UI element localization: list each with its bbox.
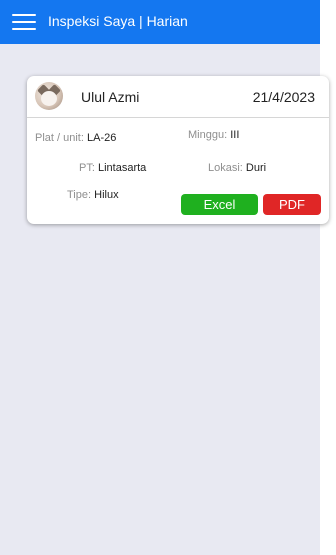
card-header: Ulul Azmi 21/4/2023: [27, 76, 329, 118]
field-minggu-value: III: [230, 129, 240, 141]
top-app-bar: Inspeksi Saya | Harian: [0, 0, 320, 44]
inspection-date: 21/4/2023: [252, 89, 315, 105]
field-lokasi-label: Lokasi: [208, 162, 240, 174]
field-plat-label: Plat / unit: [35, 132, 81, 144]
field-pt-label: PT: [79, 162, 92, 174]
field-minggu: Minggu: III: [188, 129, 240, 141]
export-pdf-button[interactable]: PDF: [263, 194, 321, 215]
field-pt-value: Lintasarta: [97, 162, 147, 174]
field-tipe: Tipe: Hilux: [67, 189, 119, 201]
field-tipe-value: Hilux: [94, 189, 119, 201]
field-plat-value: LA-26: [86, 132, 117, 144]
avatar: [35, 82, 63, 110]
export-excel-button[interactable]: Excel: [181, 194, 258, 215]
field-pt: PT: Lintasarta: [79, 162, 147, 174]
field-lokasi-value: Duri: [245, 162, 267, 174]
field-tipe-label: Tipe: [67, 189, 88, 201]
hamburger-menu-icon[interactable]: [12, 14, 36, 30]
inspector-name: Ulul Azmi: [81, 89, 140, 105]
field-minggu-label: Minggu: [188, 129, 225, 141]
app-screen: Inspeksi Saya | Harian Ulul Azmi 21/4/20…: [0, 0, 329, 555]
inspection-card[interactable]: Ulul Azmi 21/4/2023 Plat / unit: LA-26 M…: [27, 76, 329, 224]
field-lokasi: Lokasi: Duri: [208, 162, 267, 174]
page-title: Inspeksi Saya | Harian: [48, 13, 188, 29]
field-plat: Plat / unit: LA-26: [35, 132, 117, 144]
